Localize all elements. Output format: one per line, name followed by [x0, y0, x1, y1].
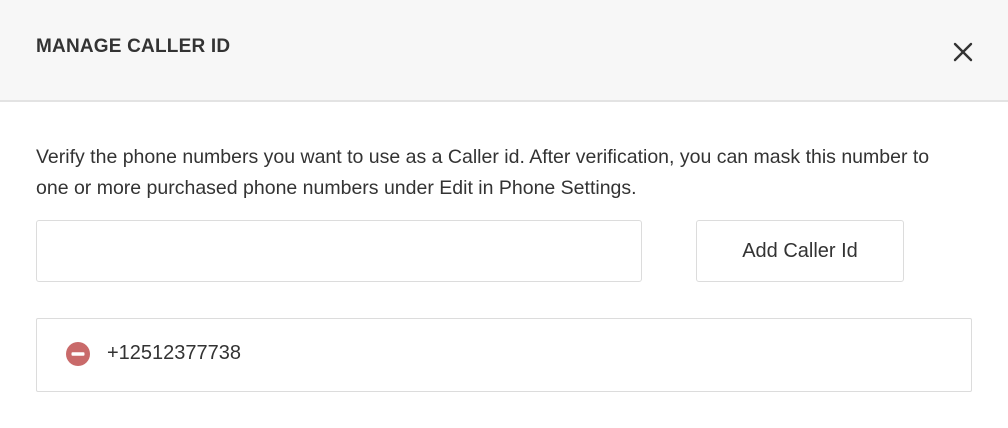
dialog-header: MANAGE CALLER ID [0, 0, 1008, 102]
dialog-title: MANAGE CALLER ID [36, 36, 231, 57]
close-button[interactable] [949, 38, 977, 66]
caller-id-number: +12512377738 [107, 342, 242, 364]
remove-circle-icon[interactable] [65, 341, 91, 367]
close-icon [953, 42, 973, 62]
caller-id-list: +12512377738 [36, 318, 972, 392]
caller-id-row: +12512377738 [37, 319, 971, 391]
instructions-text: Verify the phone numbers you want to use… [36, 146, 930, 199]
add-caller-id-button[interactable]: Add Caller Id [696, 220, 904, 282]
manage-caller-id-dialog: MANAGE CALLER ID Verify the phone number… [0, 0, 1008, 428]
phone-number-input[interactable] [36, 220, 642, 282]
